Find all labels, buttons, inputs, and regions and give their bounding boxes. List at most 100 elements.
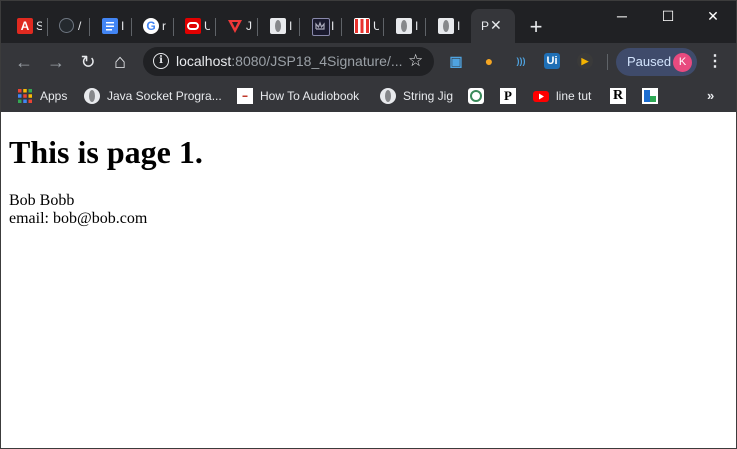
tab-separator bbox=[215, 18, 216, 36]
tab-8[interactable]: U bbox=[346, 9, 379, 43]
circle-logo-icon bbox=[468, 88, 484, 104]
user-email: email: bob@bob.com bbox=[9, 210, 148, 227]
tab-5[interactable]: J bbox=[219, 9, 252, 43]
bookmark-p-logo[interactable]: P bbox=[500, 87, 516, 105]
play-icon[interactable]: ▶ bbox=[577, 53, 593, 69]
site-info-icon[interactable]: i bbox=[153, 53, 169, 69]
tab-0[interactable]: A S bbox=[9, 9, 42, 43]
toolbar-divider bbox=[607, 54, 608, 70]
tab-title: I bbox=[331, 19, 335, 33]
tab-separator bbox=[425, 18, 426, 36]
tab-title: I bbox=[457, 19, 461, 33]
page-content: This is page 1. Bob Bobb email: bob@bob.… bbox=[1, 112, 736, 448]
globe-icon bbox=[84, 88, 100, 104]
tab-title: / bbox=[78, 19, 82, 33]
minimize-button[interactable]: ─ bbox=[599, 1, 645, 31]
tab-separator bbox=[383, 18, 384, 36]
github-icon bbox=[59, 18, 74, 33]
new-tab-button[interactable]: + bbox=[525, 16, 547, 38]
bookmark-apps[interactable]: Apps bbox=[17, 87, 73, 105]
url-host: localhost bbox=[176, 53, 232, 69]
address-bar[interactable]: i localhost:8080/JSP18_4Signature/... ☆ bbox=[143, 47, 434, 76]
profile-status-label: Paused bbox=[627, 54, 672, 69]
profile-button[interactable]: Paused K bbox=[616, 48, 697, 76]
tab-separator bbox=[299, 18, 300, 36]
bookmark-java-socket[interactable]: Java Socket Progra... bbox=[84, 87, 222, 105]
user-name: Bob Bobb bbox=[9, 192, 75, 209]
bookmark-string-jig[interactable]: String Jig bbox=[380, 87, 455, 105]
reload-button[interactable]: ↻ bbox=[77, 51, 99, 73]
r-logo-icon: R bbox=[610, 88, 626, 104]
tab-4[interactable]: U bbox=[177, 9, 210, 43]
google-icon: G bbox=[143, 18, 159, 34]
bookmark-label: Apps bbox=[40, 89, 68, 103]
oracle-icon bbox=[185, 18, 201, 34]
home-button[interactable]: ⌂ bbox=[109, 51, 131, 73]
tab-2[interactable]: I bbox=[94, 9, 124, 43]
bookmark-how-to-audiobook[interactable]: ▬ How To Audiobook bbox=[237, 87, 367, 105]
bookmarks-overflow-button[interactable]: » bbox=[707, 86, 714, 106]
flag-logo-icon bbox=[642, 88, 658, 104]
acrobat-icon: A bbox=[17, 18, 33, 34]
tab-6[interactable]: I bbox=[262, 9, 292, 43]
back-button[interactable]: ← bbox=[13, 51, 35, 73]
bookmarks-bar: Apps Java Socket Progra... ▬ How To Audi… bbox=[1, 81, 736, 112]
globe-icon bbox=[396, 18, 412, 34]
bookmark-circle-logo[interactable] bbox=[468, 87, 484, 105]
tab-3[interactable]: G r bbox=[135, 9, 166, 43]
bookmark-label: Java Socket Progra... bbox=[107, 89, 222, 103]
bookmark-label: line tut bbox=[556, 89, 592, 103]
audiobook-icon: ▬ bbox=[237, 88, 253, 104]
tab-title: U bbox=[204, 17, 210, 35]
tab-separator bbox=[131, 18, 132, 36]
tab-10[interactable]: I bbox=[430, 9, 460, 43]
bulb-icon[interactable]: ● bbox=[481, 53, 497, 69]
menu-icon[interactable]: ⋮ bbox=[707, 51, 723, 73]
url-text[interactable]: localhost:8080/JSP18_4Signature/... bbox=[176, 52, 403, 70]
tab-separator bbox=[47, 18, 48, 36]
bookmark-label: How To Audiobook bbox=[260, 89, 360, 103]
tab-separator bbox=[173, 18, 174, 36]
bookmark-flag-logo[interactable] bbox=[642, 87, 658, 105]
tab-title: S bbox=[36, 17, 42, 35]
ui-icon[interactable]: Ui bbox=[544, 53, 560, 69]
bookmark-label: String Jig bbox=[403, 89, 454, 103]
tab-close-icon[interactable]: ✕ bbox=[490, 16, 502, 34]
maximize-button[interactable]: ☐ bbox=[645, 1, 691, 31]
bookmark-r-logo[interactable]: R bbox=[610, 87, 626, 105]
youtube-icon bbox=[533, 88, 549, 104]
avatar: K bbox=[673, 53, 692, 72]
bookmark-star-icon[interactable]: ☆ bbox=[408, 50, 423, 72]
tab-1[interactable]: / bbox=[51, 9, 81, 43]
page-heading: This is page 1. bbox=[9, 134, 203, 170]
tab-title: U bbox=[373, 17, 379, 35]
tab-strip: A S / I G r U bbox=[1, 1, 736, 43]
tab-separator bbox=[89, 18, 90, 36]
close-window-button[interactable]: ✕ bbox=[690, 1, 736, 31]
tab-separator bbox=[341, 18, 342, 36]
tab-title: I bbox=[289, 19, 293, 33]
browser-window: A S / I G r U bbox=[0, 0, 737, 449]
screen-capture-icon[interactable]: ▣ bbox=[448, 53, 464, 69]
tab-title: P bbox=[481, 19, 489, 33]
tab-separator bbox=[257, 18, 258, 36]
globe-icon bbox=[380, 88, 396, 104]
globe-icon bbox=[270, 18, 286, 34]
tab-title: J bbox=[246, 19, 252, 33]
p-logo-icon: P bbox=[500, 88, 516, 104]
tab-title: I bbox=[415, 19, 419, 33]
tab-title: I bbox=[121, 19, 125, 33]
globe-icon bbox=[438, 18, 454, 34]
browser-toolbar: ← → ↻ ⌂ i localhost:8080/JSP18_4Signatur… bbox=[1, 43, 736, 81]
vivaldi-icon bbox=[227, 18, 243, 34]
tab-9[interactable]: I bbox=[388, 9, 418, 43]
wireless-icon[interactable]: ))) bbox=[512, 53, 530, 69]
tab-active[interactable]: P ✕ bbox=[471, 9, 515, 43]
url-path: :8080/JSP18_4Signature/... bbox=[231, 53, 403, 69]
forward-button[interactable]: → bbox=[45, 51, 67, 73]
tab-7[interactable]: I bbox=[304, 9, 334, 43]
crown-icon bbox=[312, 18, 330, 36]
tab-title: r bbox=[162, 19, 166, 33]
bookmark-line-tut[interactable]: line tut bbox=[533, 87, 598, 105]
stripes-icon bbox=[354, 18, 370, 34]
